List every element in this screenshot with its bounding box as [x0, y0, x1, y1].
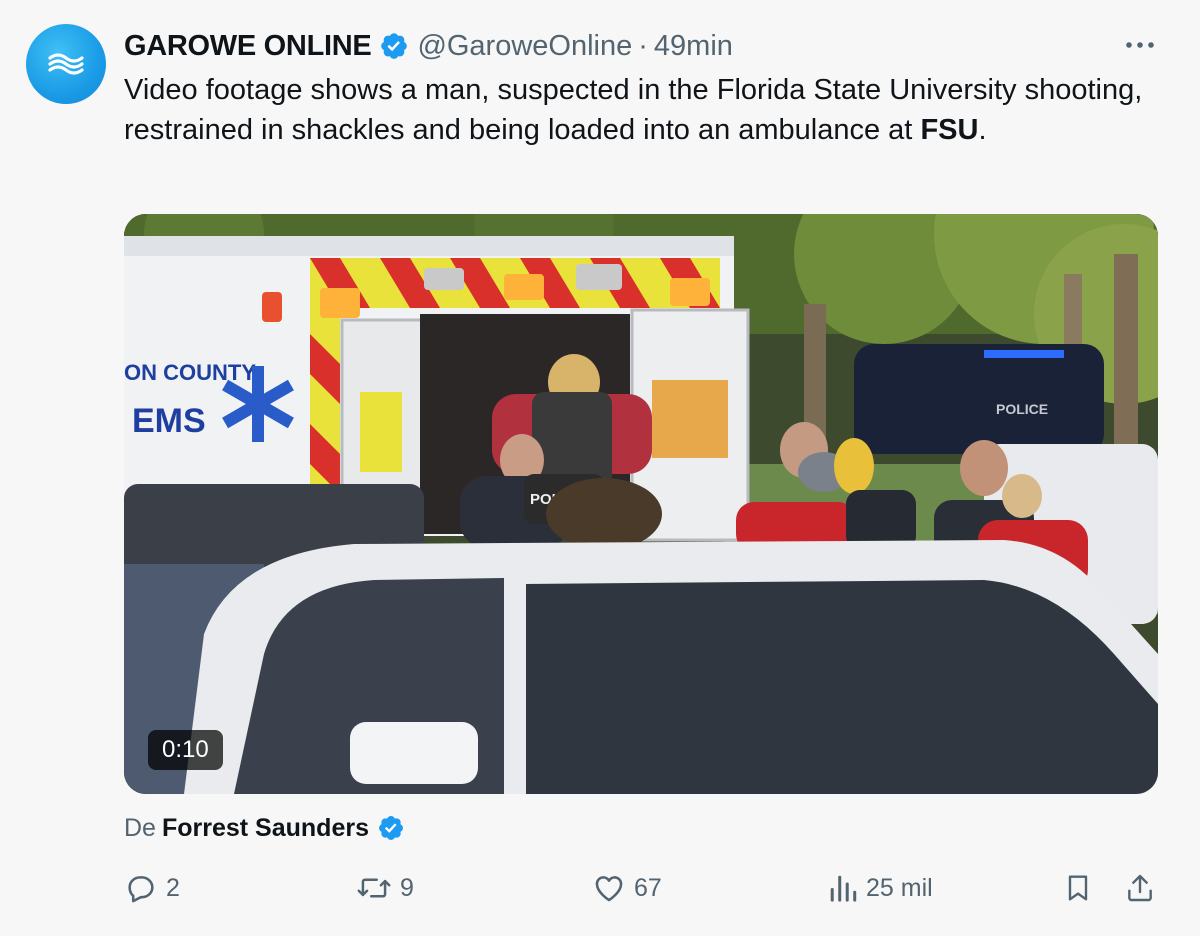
- police-car-text: POLICE: [996, 401, 1048, 417]
- more-button[interactable]: [1122, 30, 1158, 60]
- reply-count: 2: [166, 873, 180, 902]
- like-button[interactable]: 67: [592, 866, 662, 910]
- avatar[interactable]: [26, 24, 106, 104]
- repost-button[interactable]: 9: [356, 866, 414, 910]
- bookmark-button[interactable]: [1062, 866, 1094, 910]
- tweet-text-body: Video footage shows a man, suspected in …: [124, 74, 1143, 146]
- tweet-text-end: .: [978, 114, 987, 146]
- video-frame: ON COUNTY EMS POLICE POLICE: [124, 214, 1158, 794]
- display-name[interactable]: GAROWE ONLINE: [124, 30, 372, 63]
- ambulance-ems-text: EMS: [132, 402, 206, 440]
- reply-button[interactable]: 2: [124, 866, 180, 910]
- attribution-prefix: De: [124, 813, 156, 842]
- bookmark-icon: [1068, 875, 1088, 901]
- like-count: 67: [634, 873, 662, 902]
- separator: ·: [638, 29, 648, 62]
- ambulance-county-text: ON COUNTY: [124, 360, 256, 385]
- views-button[interactable]: 25 mil: [828, 866, 933, 910]
- media-attribution: De Forrest Saunders: [124, 811, 413, 845]
- views-count: 25 mil: [866, 873, 933, 902]
- views-icon: [830, 875, 857, 902]
- verified-icon: [381, 33, 408, 59]
- repost-count: 9: [400, 873, 414, 902]
- handle[interactable]: @GaroweOnline: [417, 30, 632, 63]
- avatar-logo-icon: [48, 53, 84, 75]
- timestamp[interactable]: 49min: [654, 30, 733, 63]
- attribution-name[interactable]: Forrest Saunders: [162, 814, 369, 843]
- share-icon: [1128, 874, 1152, 902]
- verified-icon: [379, 816, 403, 840]
- more-icon: [1126, 42, 1154, 48]
- share-button[interactable]: [1124, 866, 1156, 910]
- video-duration: 0:10: [148, 730, 223, 770]
- like-icon: [595, 876, 623, 902]
- tweet-header: GAROWE ONLINE @GaroweOnline · 49min: [124, 26, 733, 66]
- tweet-text-bold[interactable]: FSU: [920, 114, 978, 146]
- tweet-text: Video footage shows a man, suspected in …: [124, 70, 1164, 150]
- reply-icon: [128, 876, 154, 903]
- repost-icon: [357, 878, 391, 898]
- video-player[interactable]: ON COUNTY EMS POLICE POLICE: [124, 214, 1158, 794]
